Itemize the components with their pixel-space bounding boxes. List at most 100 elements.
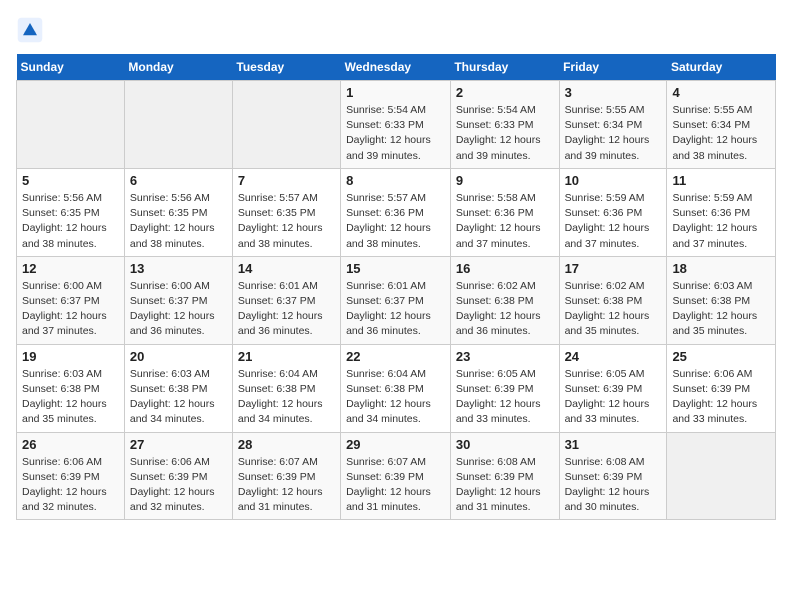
calendar-cell: 3 Sunrise: 5:55 AM Sunset: 6:34 PM Daylig…	[559, 81, 667, 169]
calendar-cell: 22Sunrise: 6:04 AM Sunset: 6:38 PM Dayli…	[341, 344, 451, 432]
day-number: 23	[456, 349, 554, 364]
day-number: 9	[456, 173, 554, 188]
day-info: Sunrise: 6:06 AM Sunset: 6:39 PM Dayligh…	[130, 455, 227, 516]
calendar-cell: 1 Sunrise: 5:54 AM Sunset: 6:33 PM Daylig…	[341, 81, 451, 169]
day-header-sunday: Sunday	[17, 54, 125, 81]
day-number: 18	[672, 261, 770, 276]
day-number: 6	[130, 173, 227, 188]
day-info: Sunrise: 5:55 AM Sunset: 6:34 PM Dayligh…	[565, 103, 662, 164]
day-info: Sunrise: 5:58 AM Sunset: 6:36 PM Dayligh…	[456, 191, 554, 252]
day-number: 21	[238, 349, 335, 364]
day-header-thursday: Thursday	[450, 54, 559, 81]
day-number: 29	[346, 437, 445, 452]
day-number: 10	[565, 173, 662, 188]
day-info: Sunrise: 5:56 AM Sunset: 6:35 PM Dayligh…	[22, 191, 119, 252]
day-info: Sunrise: 6:01 AM Sunset: 6:37 PM Dayligh…	[238, 279, 335, 340]
day-info: Sunrise: 5:59 AM Sunset: 6:36 PM Dayligh…	[672, 191, 770, 252]
calendar-cell: 23Sunrise: 6:05 AM Sunset: 6:39 PM Dayli…	[450, 344, 559, 432]
calendar-cell: 27 Sunrise: 6:06 AM Sunset: 6:39 PM Dayli…	[124, 432, 232, 520]
day-info: Sunrise: 6:07 AM Sunset: 6:39 PM Dayligh…	[238, 455, 335, 516]
calendar-cell: 17 Sunrise: 6:02 AM Sunset: 6:38 PM Dayli…	[559, 256, 667, 344]
day-number: 26	[22, 437, 119, 452]
calendar-cell	[124, 81, 232, 169]
day-number: 14	[238, 261, 335, 276]
calendar-cell: 26 Sunrise: 6:06 AM Sunset: 6:39 PM Dayli…	[17, 432, 125, 520]
calendar-cell: 5 Sunrise: 5:56 AM Sunset: 6:35 PM Daylig…	[17, 168, 125, 256]
day-number: 1	[346, 85, 445, 100]
logo	[16, 16, 48, 44]
day-header-friday: Friday	[559, 54, 667, 81]
day-info: Sunrise: 5:57 AM Sunset: 6:36 PM Dayligh…	[346, 191, 445, 252]
day-info: Sunrise: 5:54 AM Sunset: 6:33 PM Dayligh…	[456, 103, 554, 164]
day-number: 5	[22, 173, 119, 188]
day-number: 4	[672, 85, 770, 100]
day-number: 27	[130, 437, 227, 452]
day-number: 31	[565, 437, 662, 452]
day-info: Sunrise: 6:01 AM Sunset: 6:37 PM Dayligh…	[346, 279, 445, 340]
calendar-cell: 15 Sunrise: 6:01 AM Sunset: 6:37 PM Dayli…	[341, 256, 451, 344]
calendar-cell: 19 Sunrise: 6:03 AM Sunset: 6:38 PM Dayli…	[17, 344, 125, 432]
day-info: Sunrise: 6:03 AM Sunset: 6:38 PM Dayligh…	[672, 279, 770, 340]
calendar-week-row: 19 Sunrise: 6:03 AM Sunset: 6:38 PM Dayli…	[17, 344, 776, 432]
day-number: 16	[456, 261, 554, 276]
calendar-cell: 16 Sunrise: 6:02 AM Sunset: 6:38 PM Dayli…	[450, 256, 559, 344]
calendar-cell: 13 Sunrise: 6:00 AM Sunset: 6:37 PM Dayli…	[124, 256, 232, 344]
calendar-week-row: 5 Sunrise: 5:56 AM Sunset: 6:35 PM Daylig…	[17, 168, 776, 256]
page-header	[16, 16, 776, 44]
day-info: Sunrise: 6:08 AM Sunset: 6:39 PM Dayligh…	[456, 455, 554, 516]
day-number: 22	[346, 349, 445, 364]
calendar-cell: 29Sunrise: 6:07 AM Sunset: 6:39 PM Dayli…	[341, 432, 451, 520]
day-number: 2	[456, 85, 554, 100]
calendar-cell: 14 Sunrise: 6:01 AM Sunset: 6:37 PM Dayli…	[232, 256, 340, 344]
calendar-cell: 30Sunrise: 6:08 AM Sunset: 6:39 PM Dayli…	[450, 432, 559, 520]
day-number: 15	[346, 261, 445, 276]
day-number: 12	[22, 261, 119, 276]
calendar-header-row: SundayMondayTuesdayWednesdayThursdayFrid…	[17, 54, 776, 81]
logo-icon	[16, 16, 44, 44]
day-info: Sunrise: 6:05 AM Sunset: 6:39 PM Dayligh…	[565, 367, 662, 428]
day-info: Sunrise: 6:06 AM Sunset: 6:39 PM Dayligh…	[22, 455, 119, 516]
day-info: Sunrise: 6:02 AM Sunset: 6:38 PM Dayligh…	[565, 279, 662, 340]
day-info: Sunrise: 5:56 AM Sunset: 6:35 PM Dayligh…	[130, 191, 227, 252]
day-number: 25	[672, 349, 770, 364]
day-info: Sunrise: 6:06 AM Sunset: 6:39 PM Dayligh…	[672, 367, 770, 428]
day-number: 28	[238, 437, 335, 452]
day-info: Sunrise: 6:02 AM Sunset: 6:38 PM Dayligh…	[456, 279, 554, 340]
day-info: Sunrise: 6:03 AM Sunset: 6:38 PM Dayligh…	[22, 367, 119, 428]
calendar-cell: 20 Sunrise: 6:03 AM Sunset: 6:38 PM Dayli…	[124, 344, 232, 432]
day-number: 3	[565, 85, 662, 100]
day-number: 17	[565, 261, 662, 276]
day-number: 8	[346, 173, 445, 188]
calendar-week-row: 12 Sunrise: 6:00 AM Sunset: 6:37 PM Dayli…	[17, 256, 776, 344]
calendar-cell: 6 Sunrise: 5:56 AM Sunset: 6:35 PM Daylig…	[124, 168, 232, 256]
day-number: 13	[130, 261, 227, 276]
calendar-cell: 4 Sunrise: 5:55 AM Sunset: 6:34 PM Daylig…	[667, 81, 776, 169]
day-number: 20	[130, 349, 227, 364]
calendar-week-row: 1 Sunrise: 5:54 AM Sunset: 6:33 PM Daylig…	[17, 81, 776, 169]
day-info: Sunrise: 5:54 AM Sunset: 6:33 PM Dayligh…	[346, 103, 445, 164]
calendar-cell	[667, 432, 776, 520]
calendar-cell: 28 Sunrise: 6:07 AM Sunset: 6:39 PM Dayli…	[232, 432, 340, 520]
calendar-cell: 7 Sunrise: 5:57 AM Sunset: 6:35 PM Daylig…	[232, 168, 340, 256]
calendar-cell: 11Sunrise: 5:59 AM Sunset: 6:36 PM Dayli…	[667, 168, 776, 256]
day-number: 7	[238, 173, 335, 188]
day-info: Sunrise: 6:08 AM Sunset: 6:39 PM Dayligh…	[565, 455, 662, 516]
day-info: Sunrise: 6:00 AM Sunset: 6:37 PM Dayligh…	[130, 279, 227, 340]
day-header-wednesday: Wednesday	[341, 54, 451, 81]
calendar-cell	[17, 81, 125, 169]
day-info: Sunrise: 6:03 AM Sunset: 6:38 PM Dayligh…	[130, 367, 227, 428]
day-header-saturday: Saturday	[667, 54, 776, 81]
day-info: Sunrise: 5:57 AM Sunset: 6:35 PM Dayligh…	[238, 191, 335, 252]
day-number: 24	[565, 349, 662, 364]
calendar-table: SundayMondayTuesdayWednesdayThursdayFrid…	[16, 54, 776, 520]
day-header-tuesday: Tuesday	[232, 54, 340, 81]
calendar-cell: 31 Sunrise: 6:08 AM Sunset: 6:39 PM Dayli…	[559, 432, 667, 520]
calendar-cell: 18 Sunrise: 6:03 AM Sunset: 6:38 PM Dayli…	[667, 256, 776, 344]
calendar-cell: 25 Sunrise: 6:06 AM Sunset: 6:39 PM Dayli…	[667, 344, 776, 432]
day-number: 19	[22, 349, 119, 364]
day-info: Sunrise: 5:55 AM Sunset: 6:34 PM Dayligh…	[672, 103, 770, 164]
calendar-cell: 12Sunrise: 6:00 AM Sunset: 6:37 PM Dayli…	[17, 256, 125, 344]
calendar-week-row: 26 Sunrise: 6:06 AM Sunset: 6:39 PM Dayli…	[17, 432, 776, 520]
calendar-cell: 9 Sunrise: 5:58 AM Sunset: 6:36 PM Daylig…	[450, 168, 559, 256]
calendar-cell: 24 Sunrise: 6:05 AM Sunset: 6:39 PM Dayli…	[559, 344, 667, 432]
